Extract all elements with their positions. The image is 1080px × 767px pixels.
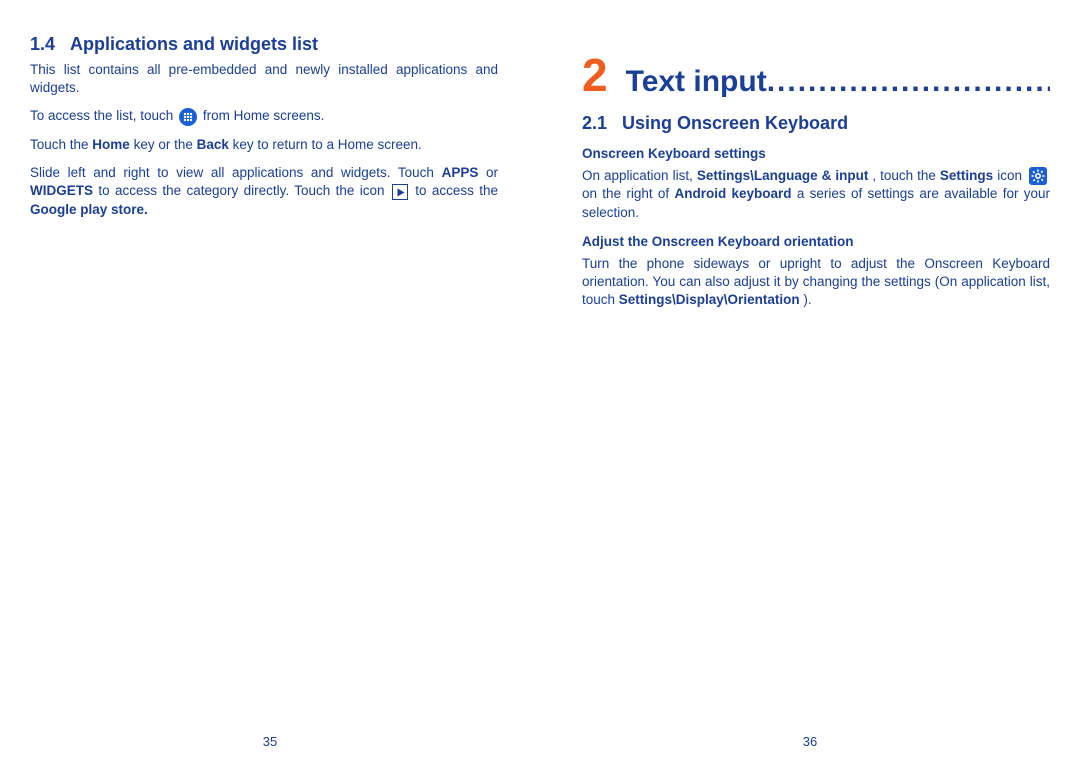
section-1-4-heading: 1.4 Applications and widgets list xyxy=(30,34,498,55)
text: key to return to a Home screen. xyxy=(233,137,422,152)
page-36: 2 Text input............................… xyxy=(540,0,1080,767)
orientation-path-label: Settings\Display\Orientation xyxy=(619,292,800,307)
home-key-label: Home xyxy=(92,137,130,152)
subheading: Adjust the Onscreen Keyboard orientation xyxy=(582,234,1050,249)
text: Slide left and right to view all applica… xyxy=(30,165,442,180)
section-number: 1.4 xyxy=(30,34,70,55)
text: ). xyxy=(803,292,811,307)
android-keyboard-label: Android keyboard xyxy=(674,186,791,201)
text: Touch the xyxy=(30,137,92,152)
section-2-1-heading: 2.1 Using Onscreen Keyboard xyxy=(582,113,1050,134)
paragraph: Touch the Home key or the Back key to re… xyxy=(30,136,498,154)
chapter-title-text: Text input xyxy=(626,65,767,98)
settings-gear-icon xyxy=(1029,167,1047,185)
paragraph: This list contains all pre-embedded and … xyxy=(30,61,498,97)
google-play-store-label: Google play store. xyxy=(30,202,148,217)
text: to access the category directly. Touch t… xyxy=(98,183,390,198)
text: to access the xyxy=(415,183,498,198)
chapter-number: 2 xyxy=(582,52,608,98)
text: or xyxy=(486,165,498,180)
apps-tab-label: APPS xyxy=(442,165,479,180)
subheading: Onscreen Keyboard settings xyxy=(582,146,1050,161)
paragraph: On application list, Settings\Language &… xyxy=(582,167,1050,222)
text: To access the list, touch xyxy=(30,108,177,123)
back-key-label: Back xyxy=(197,137,229,152)
chapter-2-heading: 2 Text input............................… xyxy=(582,52,1050,99)
page-spread: 1.4 Applications and widgets list This l… xyxy=(0,0,1080,767)
page-number: 36 xyxy=(540,734,1080,749)
page-number: 35 xyxy=(0,734,540,749)
text: On application list, xyxy=(582,168,697,183)
paragraph: To access the list, touch from Home scre… xyxy=(30,107,498,125)
section-number: 2.1 xyxy=(582,113,622,134)
settings-label: Settings xyxy=(940,168,993,183)
chapter-title: Text input.............................. xyxy=(626,65,1050,99)
leader-dots: .............................. xyxy=(767,65,1050,98)
paragraph: Turn the phone sideways or upright to ad… xyxy=(582,255,1050,310)
apps-grid-icon xyxy=(179,108,197,126)
play-store-icon xyxy=(392,184,408,200)
text: icon xyxy=(997,168,1026,183)
settings-path-label: Settings\Language & input xyxy=(697,168,869,183)
text: from Home screens. xyxy=(203,108,325,123)
text: key or the xyxy=(134,137,197,152)
paragraph: Slide left and right to view all applica… xyxy=(30,164,498,219)
section-title: Applications and widgets list xyxy=(70,34,498,55)
page-35: 1.4 Applications and widgets list This l… xyxy=(0,0,540,767)
text: , touch the xyxy=(872,168,940,183)
text: on the right of xyxy=(582,186,674,201)
section-title: Using Onscreen Keyboard xyxy=(622,113,1050,134)
widgets-tab-label: WIDGETS xyxy=(30,183,93,198)
